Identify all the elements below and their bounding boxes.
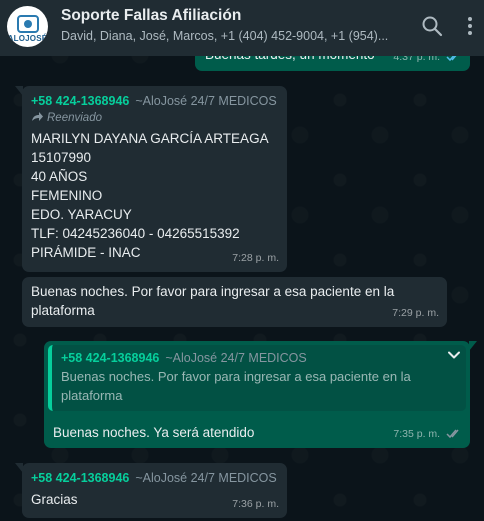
quote-sender-phone: +58 424-1368946 — [61, 351, 160, 365]
sender-line: +58 424-1368946 ~AloJosé 24/7 MEDICOS — [31, 470, 277, 487]
forward-icon — [32, 112, 43, 121]
logo-mark — [16, 14, 39, 33]
read-check-icon — [446, 429, 459, 439]
message-line: 15107990 — [31, 150, 92, 165]
message-incoming[interactable]: +58 424-1368946 ~AloJosé 24/7 MEDICOS Gra… — [15, 463, 287, 518]
sender-name: ~AloJosé 24/7 MEDICOS — [135, 471, 277, 485]
message-line: 40 AÑOS — [31, 169, 88, 184]
message-time: 7:35 p. m. — [393, 428, 441, 440]
message-time: 7:29 p. m. — [392, 307, 439, 319]
sender-phone[interactable]: +58 424-1368946 — [31, 471, 129, 485]
quote-sender-name: ~AloJosé 24/7 MEDICOS — [165, 351, 307, 365]
chat-title[interactable]: Soporte Fallas Afiliación — [61, 7, 241, 25]
search-icon[interactable] — [420, 14, 444, 38]
message-incoming[interactable]: +58 424-1368946 ~AloJosé 24/7 MEDICOS Ree… — [15, 86, 287, 272]
quoted-message[interactable]: +58 424-1368946 ~AloJosé 24/7 MEDICOS Bue… — [48, 345, 466, 411]
bubble-tail — [469, 341, 477, 351]
sender-line: +58 424-1368946 ~AloJosé 24/7 MEDICOS — [31, 93, 277, 110]
quote-sender-line: +58 424-1368946 ~AloJosé 24/7 MEDICOS — [61, 350, 436, 367]
chevron-down-icon[interactable] — [446, 347, 462, 363]
message-time: 7:28 p. m. — [232, 252, 279, 264]
forwarded-text: Reenviado — [47, 112, 102, 124]
chat-header[interactable]: ALOJOSÉ Soporte Fallas Afiliación David,… — [0, 0, 484, 56]
message-line: EDO. YARACUY — [31, 207, 132, 222]
message-outgoing-reply[interactable]: +58 424-1368946 ~AloJosé 24/7 MEDICOS Bue… — [44, 341, 477, 448]
bubble-tail — [15, 463, 23, 473]
avatar-logo-text: ALOJOSÉ — [7, 33, 48, 43]
chat-participants[interactable]: David, Diana, José, Marcos, +1 (404) 452… — [61, 29, 396, 43]
message-line: MARILYN DAYANA GARCÍA ARTEAGA — [31, 131, 269, 146]
message-text: Buenas noches. Por favor para ingresar a… — [31, 284, 395, 318]
menu-icon[interactable] — [460, 14, 480, 38]
message-line: TLF: 04245236040 - 04265515392 — [31, 226, 240, 241]
sender-name: ~AloJosé 24/7 MEDICOS — [135, 94, 277, 108]
forwarded-label: Reenviado — [31, 110, 277, 127]
message-text: Buenas noches. Ya será atendido — [53, 425, 255, 440]
sender-phone[interactable]: +58 424-1368946 — [31, 94, 129, 108]
message-meta: 7:35 p. m. — [393, 425, 462, 444]
message-incoming[interactable]: Buenas noches. Por favor para ingresar a… — [22, 277, 447, 327]
message-body: MARILYN DAYANA GARCÍA ARTEAGA 15107990 4… — [31, 129, 277, 262]
group-avatar[interactable]: ALOJOSÉ — [7, 6, 48, 47]
message-line: FEMENINO — [31, 188, 103, 203]
message-time: 7:36 p. m. — [232, 498, 279, 510]
bubble-tail — [15, 86, 23, 96]
quote-text: Buenas noches. Por favor para ingresar a… — [61, 369, 411, 403]
